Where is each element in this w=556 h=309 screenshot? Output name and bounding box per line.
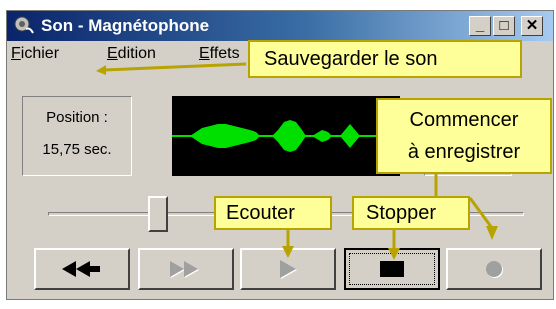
save-callout: Sauvegarder le son — [248, 40, 522, 78]
menu-fichier[interactable]: Fichier — [11, 45, 59, 63]
sound-recorder-icon — [14, 16, 34, 34]
fast-forward-button[interactable] — [138, 248, 234, 290]
record-callout-line1: Commencer — [409, 109, 519, 131]
rewind-icon — [62, 261, 100, 277]
waveform-graphic — [172, 120, 400, 152]
title-bar[interactable]: Son - Magnétophone _ □ ✕ — [7, 11, 553, 41]
record-callout-line2: à enregistrer — [407, 141, 521, 163]
fast-forward-icon — [170, 261, 199, 278]
stop-callout-text: Stopper — [366, 202, 437, 224]
menu-effets[interactable]: Effets — [199, 45, 240, 63]
rewind-button[interactable] — [34, 248, 130, 290]
play-callout-text: Ecouter — [226, 202, 295, 224]
maximize-button[interactable]: □ — [493, 16, 515, 36]
menu-mnemonic: F — [11, 45, 21, 62]
menu-label: ffets — [209, 45, 240, 62]
record-button[interactable] — [446, 248, 542, 290]
play-button[interactable] — [240, 248, 336, 290]
menu-label: ichier — [20, 45, 60, 62]
menu-label: dition — [117, 45, 156, 62]
record-callout: Commencer à enregistrer — [376, 98, 552, 174]
menu-mnemonic: E — [199, 45, 210, 62]
menu-mnemonic: E — [107, 45, 118, 62]
position-value: 15,75 sec. — [42, 141, 112, 158]
stop-icon — [380, 261, 404, 277]
record-icon — [486, 261, 503, 278]
stop-callout: Stopper — [352, 196, 470, 230]
position-display: Position : 15,75 sec. — [22, 96, 132, 176]
menu-edition[interactable]: Edition — [107, 45, 156, 63]
close-button[interactable]: ✕ — [521, 16, 543, 36]
save-callout-text: Sauvegarder le son — [264, 48, 438, 70]
window-title: Son - Magnétophone — [41, 16, 210, 35]
waveform-display — [172, 96, 400, 176]
play-callout: Ecouter — [214, 196, 332, 230]
play-icon — [280, 260, 297, 279]
stop-button[interactable] — [344, 248, 440, 290]
position-label: Position : — [46, 109, 108, 126]
position-slider-thumb[interactable] — [148, 196, 168, 232]
minimize-button[interactable]: _ — [469, 16, 491, 36]
